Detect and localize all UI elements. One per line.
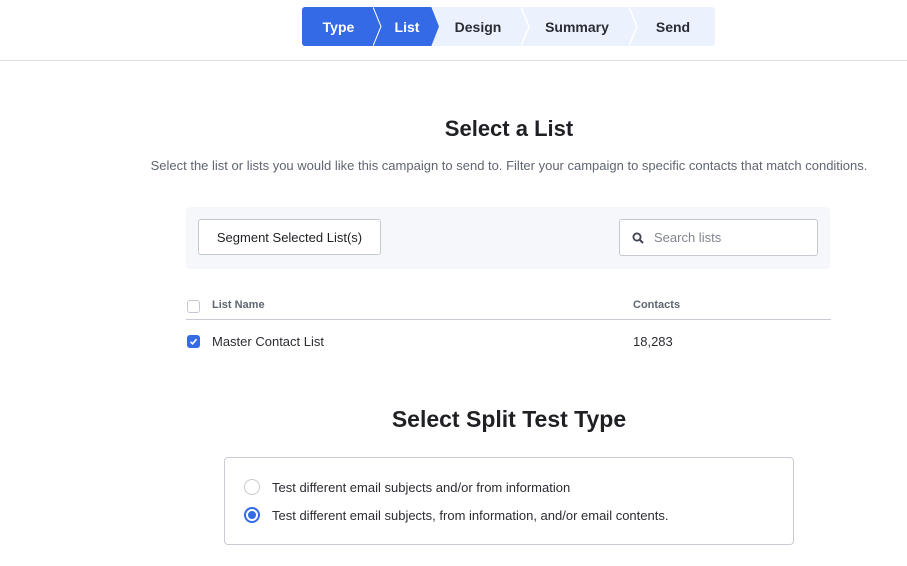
contacts-cell: 18,283 bbox=[633, 334, 673, 349]
step-separator-icon bbox=[521, 7, 530, 46]
step-label: Summary bbox=[545, 18, 609, 35]
step-list[interactable]: List bbox=[375, 7, 439, 46]
step-label: Type bbox=[322, 18, 355, 35]
split-option-subjects-from[interactable]: Test different email subjects and/or fro… bbox=[244, 479, 570, 495]
step-separator-icon bbox=[629, 7, 638, 46]
step-label: List bbox=[394, 18, 420, 35]
list-toolbar: Segment Selected List(s) bbox=[186, 207, 830, 269]
checkmark-icon bbox=[189, 338, 198, 345]
select-all-checkbox[interactable] bbox=[187, 300, 200, 313]
radio-button-unselected[interactable] bbox=[244, 479, 260, 495]
list-name-cell: Master Contact List bbox=[212, 334, 324, 349]
option-label: Test different email subjects, from info… bbox=[272, 507, 669, 523]
table-header-divider bbox=[186, 319, 831, 320]
column-header-contacts[interactable]: Contacts bbox=[633, 299, 680, 311]
step-label: Design bbox=[454, 18, 502, 35]
select-list-description: Select the list or lists you would like … bbox=[150, 158, 868, 173]
step-separator-icon bbox=[373, 7, 382, 46]
row-checkbox[interactable] bbox=[187, 335, 200, 348]
split-test-heading: Select Split Test Type bbox=[391, 406, 627, 432]
step-type[interactable]: Type bbox=[302, 7, 382, 46]
segment-selected-lists-button[interactable]: Segment Selected List(s) bbox=[198, 219, 381, 255]
step-design[interactable]: Design bbox=[433, 7, 530, 46]
step-label: Send bbox=[655, 18, 691, 35]
step-summary[interactable]: Summary bbox=[523, 7, 638, 46]
search-lists-input[interactable] bbox=[652, 229, 806, 246]
split-test-options: Test different email subjects and/or fro… bbox=[224, 457, 794, 545]
radio-dot-icon bbox=[248, 511, 256, 519]
split-option-subjects-from-contents[interactable]: Test different email subjects, from info… bbox=[244, 507, 668, 523]
select-list-heading: Select a List bbox=[444, 116, 574, 141]
campaign-stepper: Type List Design Summary Send bbox=[302, 7, 715, 46]
column-header-list-name[interactable]: List Name bbox=[212, 299, 265, 311]
radio-button-selected[interactable] bbox=[244, 507, 260, 523]
step-send[interactable]: Send bbox=[631, 7, 715, 46]
search-lists-field[interactable] bbox=[619, 219, 818, 256]
search-icon bbox=[632, 232, 644, 244]
option-label: Test different email subjects and/or fro… bbox=[272, 479, 571, 495]
top-header: Type List Design Summary Send bbox=[0, 0, 907, 61]
